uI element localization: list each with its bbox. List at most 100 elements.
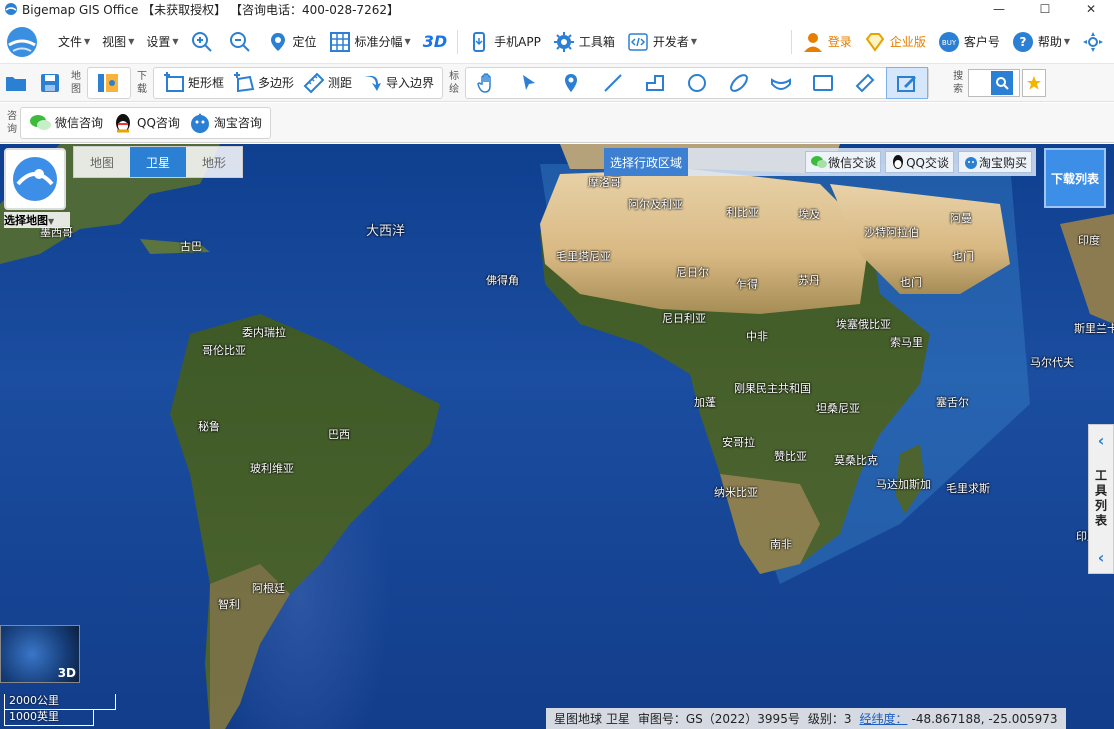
circle-icon bbox=[688, 73, 707, 92]
select-region-button[interactable]: 选择行政区域 bbox=[604, 148, 689, 176]
qq-consult-label: QQ咨询 bbox=[137, 116, 180, 130]
help-button[interactable]: ? 帮助 ▼ bbox=[1006, 20, 1076, 64]
map-type-terrain[interactable]: 地形 bbox=[186, 147, 242, 177]
map-label-egypt: 埃及 bbox=[798, 208, 820, 221]
menu-file[interactable]: 文件 ▼ bbox=[52, 20, 96, 64]
sector-tool[interactable] bbox=[760, 67, 802, 99]
map-label-chad: 乍得 bbox=[736, 278, 758, 291]
marker-tool[interactable] bbox=[550, 67, 592, 99]
status-coords: -48.867188, -25.005973 bbox=[911, 711, 1058, 726]
menu-toolbox[interactable]: 工具箱 bbox=[547, 20, 621, 64]
search-button[interactable] bbox=[991, 70, 1014, 95]
map-label-car: 中非 bbox=[746, 330, 768, 343]
map-label-mauritius: 毛里求斯 bbox=[946, 482, 990, 495]
menu-settings[interactable]: 设置 ▼ bbox=[140, 20, 184, 64]
menu-file-label: 文件 bbox=[58, 35, 83, 49]
ruler-icon bbox=[303, 72, 325, 93]
window-title: Bigemap GIS Office 【未获取授权】 【咨询电话：400-028… bbox=[22, 2, 399, 17]
rectangle-select-icon bbox=[164, 71, 184, 92]
tool-list-panel[interactable]: ‹ 工具列表 ‹ bbox=[1088, 424, 1114, 574]
menu-tiles[interactable]: 标准分幅 ▼ bbox=[323, 20, 417, 64]
globe-user-icon bbox=[13, 157, 57, 201]
svg-text:?: ? bbox=[1019, 35, 1026, 49]
globe-3d-label: 3D bbox=[57, 666, 76, 680]
qq-consult-button[interactable]: QQ咨询 bbox=[107, 108, 184, 138]
polygon-select-button[interactable]: 多边形 bbox=[228, 68, 298, 98]
map-label-south-africa: 南非 bbox=[770, 538, 792, 551]
zoom-out-button[interactable] bbox=[223, 20, 261, 64]
layer-tool[interactable] bbox=[886, 66, 929, 99]
ellipse-tool[interactable] bbox=[718, 67, 760, 99]
search-icon bbox=[996, 76, 1009, 90]
close-button[interactable]: ✕ bbox=[1068, 0, 1114, 18]
user-icon bbox=[803, 32, 822, 52]
map-select-button[interactable]: 选择地图▼ bbox=[4, 148, 70, 228]
brand-logo-icon bbox=[0, 20, 44, 64]
wechat-consult-button[interactable]: 微信咨询 bbox=[25, 108, 107, 138]
menu-view[interactable]: 视图 ▼ bbox=[96, 20, 140, 64]
save-icon bbox=[41, 73, 59, 92]
zoom-in-button[interactable] bbox=[185, 20, 223, 64]
rect-select-button[interactable]: 矩形框 bbox=[158, 68, 228, 98]
line-tool[interactable] bbox=[592, 67, 634, 99]
svg-text:BUY: BUY bbox=[942, 39, 957, 47]
select-tool[interactable] bbox=[508, 67, 550, 99]
draw-tools-group bbox=[465, 66, 930, 99]
import-arrow-icon bbox=[364, 75, 382, 91]
zoom-out-icon bbox=[229, 31, 250, 52]
title-bar: Bigemap GIS Office 【未获取授权】 【咨询电话：400-028… bbox=[0, 0, 1114, 18]
qq-penguin-icon bbox=[116, 113, 131, 132]
menu-3d[interactable]: 3D bbox=[417, 20, 453, 64]
open-button[interactable] bbox=[0, 68, 34, 98]
polyline-tool[interactable] bbox=[634, 67, 676, 99]
maximize-button[interactable]: ☐ bbox=[1022, 0, 1068, 18]
save-button[interactable] bbox=[34, 68, 68, 98]
taobao-consult-button[interactable]: 淘宝咨询 bbox=[184, 108, 266, 138]
map-label-bolivia: 玻利维亚 bbox=[250, 462, 294, 475]
globe-3d-toggle[interactable]: 3D bbox=[0, 625, 80, 683]
status-bar: 星图地球 卫星 审图号：GS（2022）3995号 级别：3 经纬度： -48.… bbox=[546, 708, 1066, 729]
map-label-cape-verde: 佛得角 bbox=[486, 274, 519, 287]
customer-button[interactable]: BUY 客户号 bbox=[932, 20, 1006, 64]
favorite-button[interactable] bbox=[1022, 68, 1047, 97]
download-list-button[interactable]: 下载列表 bbox=[1044, 148, 1106, 208]
menu-divider bbox=[790, 29, 792, 54]
coords-format-link[interactable]: 经纬度： bbox=[859, 710, 907, 727]
chevron-left-icon[interactable]: ‹ bbox=[1098, 431, 1105, 450]
caret-down-icon: ▼ bbox=[172, 37, 179, 46]
region-taobao-button[interactable]: 淘宝购买 bbox=[957, 151, 1032, 173]
navigate-button[interactable] bbox=[1076, 20, 1114, 64]
map-type-road[interactable]: 地图 bbox=[74, 147, 130, 177]
import-boundary-button[interactable]: 导入边界 bbox=[356, 68, 438, 98]
polygon-select-label: 多边形 bbox=[258, 76, 295, 90]
map-label-seychelles: 塞舌尔 bbox=[936, 396, 969, 409]
menu-divider bbox=[457, 29, 459, 54]
chevron-left-icon[interactable]: ‹ bbox=[1098, 548, 1105, 567]
measure-button[interactable]: 测距 bbox=[298, 68, 356, 98]
menu-locate-label: 定位 bbox=[292, 35, 317, 49]
login-button[interactable]: 登录 bbox=[796, 20, 858, 64]
map-label-atlantic: 大西洋 bbox=[366, 224, 406, 239]
ruler-tool[interactable] bbox=[844, 67, 886, 99]
menu-mobile-app[interactable]: 手机APP bbox=[462, 20, 547, 64]
minimize-button[interactable]: — bbox=[976, 0, 1022, 18]
region-taobao-label: 淘宝购买 bbox=[978, 155, 1027, 170]
region-qq-button[interactable]: QQ交谈 bbox=[885, 151, 954, 173]
map-type-satellite[interactable]: 卫星 bbox=[130, 147, 186, 177]
sector-icon bbox=[771, 77, 792, 90]
menu-developer[interactable]: 开发者 ▼ bbox=[621, 20, 703, 64]
circle-tool[interactable] bbox=[676, 67, 718, 99]
map-source-button[interactable] bbox=[92, 68, 126, 98]
folder-icon bbox=[6, 76, 26, 91]
menu-developer-label: 开发者 bbox=[652, 35, 689, 49]
map-canvas[interactable]: 大西洋 墨西哥 古巴 委内瑞拉 哥伦比亚 秘鲁 巴西 玻利维亚 阿根廷 智利 佛… bbox=[0, 144, 1114, 729]
map-label-morocco: 摩洛哥 bbox=[588, 176, 621, 189]
region-wechat-button[interactable]: 微信交谈 bbox=[805, 151, 882, 173]
polyline-icon bbox=[646, 74, 665, 91]
search-input[interactable] bbox=[969, 70, 992, 95]
status-level: 级别：3 bbox=[807, 712, 852, 726]
menu-locate[interactable]: 定位 bbox=[261, 20, 323, 64]
pan-tool[interactable] bbox=[466, 67, 508, 99]
rectangle-tool[interactable] bbox=[802, 67, 844, 99]
enterprise-button[interactable]: 企业版 bbox=[858, 20, 932, 64]
